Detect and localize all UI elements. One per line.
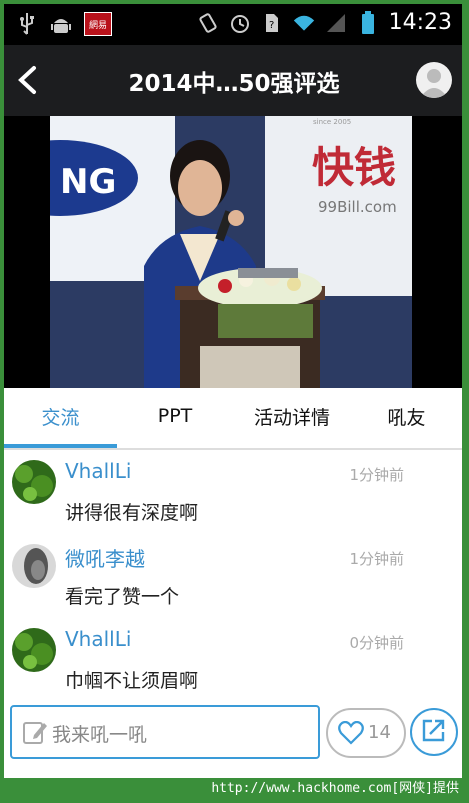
back-arrow-icon[interactable] [12,62,42,98]
comment-text: 看完了赞一个 [65,586,180,608]
comment-time: 1分钟前 [349,466,404,484]
user-avatar-icon[interactable] [416,62,452,98]
comment-time: 1分钟前 [349,550,404,568]
vibrate-icon [197,11,219,35]
page-title: 2014中…50强评选 [128,71,340,97]
comment-item[interactable]: 微吼李越 1分钟前 看完了赞一个 [4,534,462,619]
pencil-icon [22,719,48,745]
comment-text: 巾帼不让须眉啊 [65,670,199,692]
wifi-icon [293,11,315,35]
signal-icon [325,11,347,35]
sim-icon: ? [261,11,283,35]
like-button[interactable]: 14 [326,708,406,758]
app-frame: 網易 ? 14:23 2014中…50强评选 NG since 2005 快钱 … [4,4,462,778]
usb-icon [16,12,38,36]
video-scene: NG since 2005 快钱 99Bill.com [50,116,412,388]
status-time: 14:23 [388,10,452,35]
share-button[interactable] [410,708,458,756]
battery-icon [357,10,379,35]
video-player[interactable]: NG since 2005 快钱 99Bill.com [4,116,462,388]
banner-since: since 2005 [313,118,351,126]
comment-item[interactable]: VhallLi 1分钟前 讲得很有深度啊 [4,450,462,535]
banner-logo: 快钱 [312,143,396,192]
watermark-footer: http://www.hackhome.com[网侠]提供 [0,778,469,803]
comment-time: 0分钟前 [349,634,404,652]
avatar[interactable] [12,460,56,504]
title-bar: 2014中…50强评选 [4,45,462,116]
comment-author[interactable]: VhallLi [65,459,131,483]
tab-discussion[interactable]: 交流 [4,388,117,444]
comment-author[interactable]: VhallLi [65,627,131,651]
alarm-icon [229,11,251,35]
comment-input[interactable]: 我来吼一吼 [10,705,320,759]
android-debug-icon [50,12,72,36]
video-frame: NG since 2005 快钱 99Bill.com [50,116,412,388]
tab-ppt[interactable]: PPT [117,388,233,444]
heart-icon [338,720,364,745]
tab-bar: 交流 PPT 活动详情 吼友 [4,388,462,450]
comment-item[interactable]: VhallLi 0分钟前 巾帼不让须眉啊 [4,618,462,703]
comment-input-placeholder: 我来吼一吼 [52,724,148,746]
avatar[interactable] [12,544,56,588]
netease-app-icon: 網易 [84,12,112,36]
tab-friends[interactable]: 吼友 [351,388,462,444]
status-bar: 網易 ? 14:23 [4,4,462,45]
bottom-bar: 我来吼一吼 14 [4,702,462,778]
banner-url: 99Bill.com [318,198,397,216]
like-count: 14 [368,722,391,743]
share-icon [421,717,447,747]
comment-text: 讲得很有深度啊 [65,502,199,524]
tab-event-details[interactable]: 活动详情 [233,388,351,444]
svg-text:?: ? [269,20,274,31]
comment-author[interactable]: 微吼李越 [65,543,145,572]
banner-left-text: NG [60,162,116,202]
avatar[interactable] [12,628,56,672]
